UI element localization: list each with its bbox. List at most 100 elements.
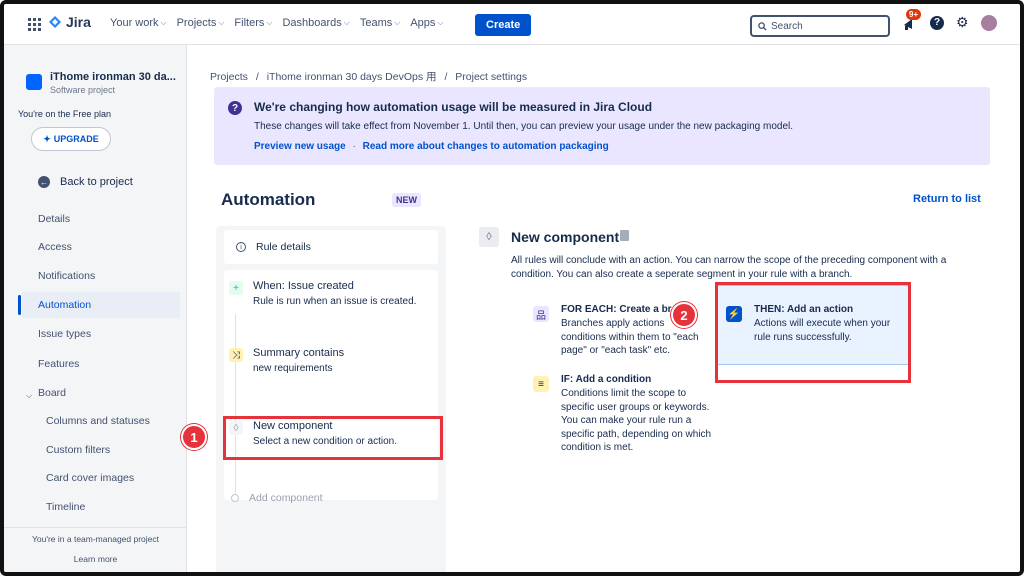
project-avatar-icon xyxy=(26,74,42,90)
breadcrumb-separator: / xyxy=(444,71,448,83)
nav-label: Apps xyxy=(410,17,436,29)
return-to-list-link[interactable]: Return to list xyxy=(913,193,981,205)
highlight-box-new-component xyxy=(223,416,443,460)
option-description: Conditions limit the scope to specific u… xyxy=(561,388,712,453)
add-component-label: Add component xyxy=(249,492,323,504)
upgrade-label: UPGRADE xyxy=(53,134,99,144)
info-icon: i xyxy=(236,242,246,252)
question-icon: ? xyxy=(228,101,242,115)
banner-title: We're changing how automation usage will… xyxy=(254,100,653,114)
chevron-down-icon: ⌵ xyxy=(160,18,167,27)
sidebar-item-features[interactable]: Features xyxy=(38,358,79,370)
trigger-title: When: Issue created xyxy=(253,280,354,292)
sidebar-footer: You're in a team-managed project Learn m… xyxy=(4,527,187,564)
help-icon[interactable]: ? xyxy=(930,15,944,30)
callout-badge-2: 2 xyxy=(671,302,697,328)
avatar[interactable] xyxy=(980,14,997,31)
breadcrumb-separator: / xyxy=(255,71,259,83)
callout-badge-1: 1 xyxy=(181,424,207,450)
app-switcher-icon[interactable] xyxy=(28,18,41,31)
sparkle-icon: ✦ xyxy=(43,133,51,144)
search-icon xyxy=(758,21,767,31)
nav-projects[interactable]: Projects ⌵ xyxy=(177,17,225,29)
sidebar-item-automation[interactable]: Automation xyxy=(38,299,91,311)
nav-filters[interactable]: Filters ⌵ xyxy=(234,17,272,29)
top-navigation: Jira Your work ⌵ Projects ⌵ Filters ⌵ Dashb… xyxy=(4,4,1020,45)
add-component-button[interactable]: Add component xyxy=(231,492,323,504)
filter-icon: ≡ xyxy=(533,376,549,392)
read-more-link[interactable]: Read more about changes to automation pa… xyxy=(363,141,609,152)
option-title: IF: Add a condition xyxy=(561,374,652,385)
new-badge: NEW xyxy=(392,193,421,207)
top-actions: 9+ ? ⚙ xyxy=(902,8,997,31)
highlight-box-then-action xyxy=(715,282,911,383)
component-title: New component xyxy=(511,229,620,245)
nav-apps[interactable]: Apps ⌵ xyxy=(410,17,443,29)
trigger-description: Rule is run when an issue is created. xyxy=(253,296,417,307)
sidebar-item-notifications[interactable]: Notifications xyxy=(38,270,95,282)
chevron-down-icon: ⌵ xyxy=(394,18,401,27)
chevron-down-icon: ⌵ xyxy=(437,18,444,27)
nav-your-work[interactable]: Your work ⌵ xyxy=(110,17,167,29)
learn-more-link[interactable]: Learn more xyxy=(4,554,187,564)
nav-label: Your work xyxy=(110,17,159,29)
jira-mark-icon xyxy=(49,16,61,28)
sidebar-item-custom-filters[interactable]: Custom filters xyxy=(46,444,110,456)
gear-icon[interactable]: ⚙ xyxy=(956,14,969,31)
rule-panel: i Rule details xyxy=(216,226,446,572)
nav-dashboards[interactable]: Dashboards ⌵ xyxy=(282,17,349,29)
search-input[interactable]: Search xyxy=(750,15,890,37)
nav-teams[interactable]: Teams ⌵ xyxy=(360,17,400,29)
info-banner: ? We're changing how automation usage wi… xyxy=(214,87,990,165)
nav-label: Dashboards xyxy=(282,17,342,29)
sidebar-item-card-cover-images[interactable]: Card cover images xyxy=(46,472,134,484)
project-name: iThome ironman 30 da... xyxy=(50,71,176,83)
active-item-indicator xyxy=(18,295,21,315)
sidebar-item-columns-statuses[interactable]: Columns and statuses xyxy=(46,415,150,427)
banner-links: Preview new usage · Read more about chan… xyxy=(254,141,609,152)
component-icon: ◊ xyxy=(479,227,499,247)
preview-usage-link[interactable]: Preview new usage xyxy=(254,141,346,152)
chevron-down-icon[interactable]: ⌵ xyxy=(26,391,32,401)
link-separator: · xyxy=(352,141,356,152)
timeline-connector xyxy=(235,314,236,494)
sidebar-item-board[interactable]: Board xyxy=(38,387,66,399)
sidebar-item-access[interactable]: Access xyxy=(38,241,72,253)
team-managed-text: You're in a team-managed project xyxy=(32,534,159,544)
back-to-project-link[interactable]: ← Back to project xyxy=(38,176,133,188)
upgrade-button[interactable]: ✦ UPGRADE xyxy=(31,127,111,151)
condition-title: Summary contains xyxy=(253,347,345,359)
condition-description: new requirements xyxy=(253,363,333,374)
circle-icon xyxy=(231,494,239,502)
create-button[interactable]: Create xyxy=(475,14,532,36)
component-description: All rules will conclude with an action. … xyxy=(511,255,947,280)
logo-text: Jira xyxy=(66,14,91,30)
sidebar-item-timeline[interactable]: Timeline xyxy=(46,501,85,513)
page-title: Automation xyxy=(221,190,316,209)
rule-details-button[interactable]: i Rule details xyxy=(224,230,438,264)
breadcrumb-projects[interactable]: Projects xyxy=(210,71,248,83)
option-title: FOR EACH: Create a br xyxy=(561,304,672,315)
breadcrumb: Projects / iThome ironman 30 days DevOps… xyxy=(210,69,527,84)
project-sidebar: iThome ironman 30 da... Software project… xyxy=(4,45,187,572)
option-if-condition[interactable]: ≡ IF: Add a condition Conditions limit t… xyxy=(533,374,713,474)
jira-logo[interactable]: Jira xyxy=(48,14,91,30)
trash-icon[interactable] xyxy=(620,230,629,241)
notifications-button[interactable]: 9+ xyxy=(902,8,922,31)
plus-icon: + xyxy=(229,281,243,295)
chevron-down-icon: ⌵ xyxy=(343,18,350,27)
breadcrumb-settings[interactable]: Project settings xyxy=(455,71,527,83)
nav-label: Teams xyxy=(359,17,393,29)
project-header[interactable]: iThome ironman 30 da... Software project xyxy=(26,71,176,95)
sidebar-item-issue-types[interactable]: Issue types xyxy=(38,328,91,340)
sidebar-item-details[interactable]: Details xyxy=(38,213,70,225)
chevron-down-icon: ⌵ xyxy=(218,18,225,27)
banner-description: These changes will take effect from Nove… xyxy=(254,121,793,132)
plan-text: You're on the Free plan xyxy=(18,109,111,119)
branch-icon: 品 xyxy=(533,306,549,322)
nav-label: Projects xyxy=(176,17,217,29)
back-label: Back to project xyxy=(60,176,133,188)
main-nav: Your work ⌵ Projects ⌵ Filters ⌵ Dashboards… xyxy=(110,17,444,29)
breadcrumb-project[interactable]: iThome ironman 30 days DevOps 用 xyxy=(267,71,437,83)
app-window: Jira Your work ⌵ Projects ⌵ Filters ⌵ Dashb… xyxy=(0,0,1024,576)
